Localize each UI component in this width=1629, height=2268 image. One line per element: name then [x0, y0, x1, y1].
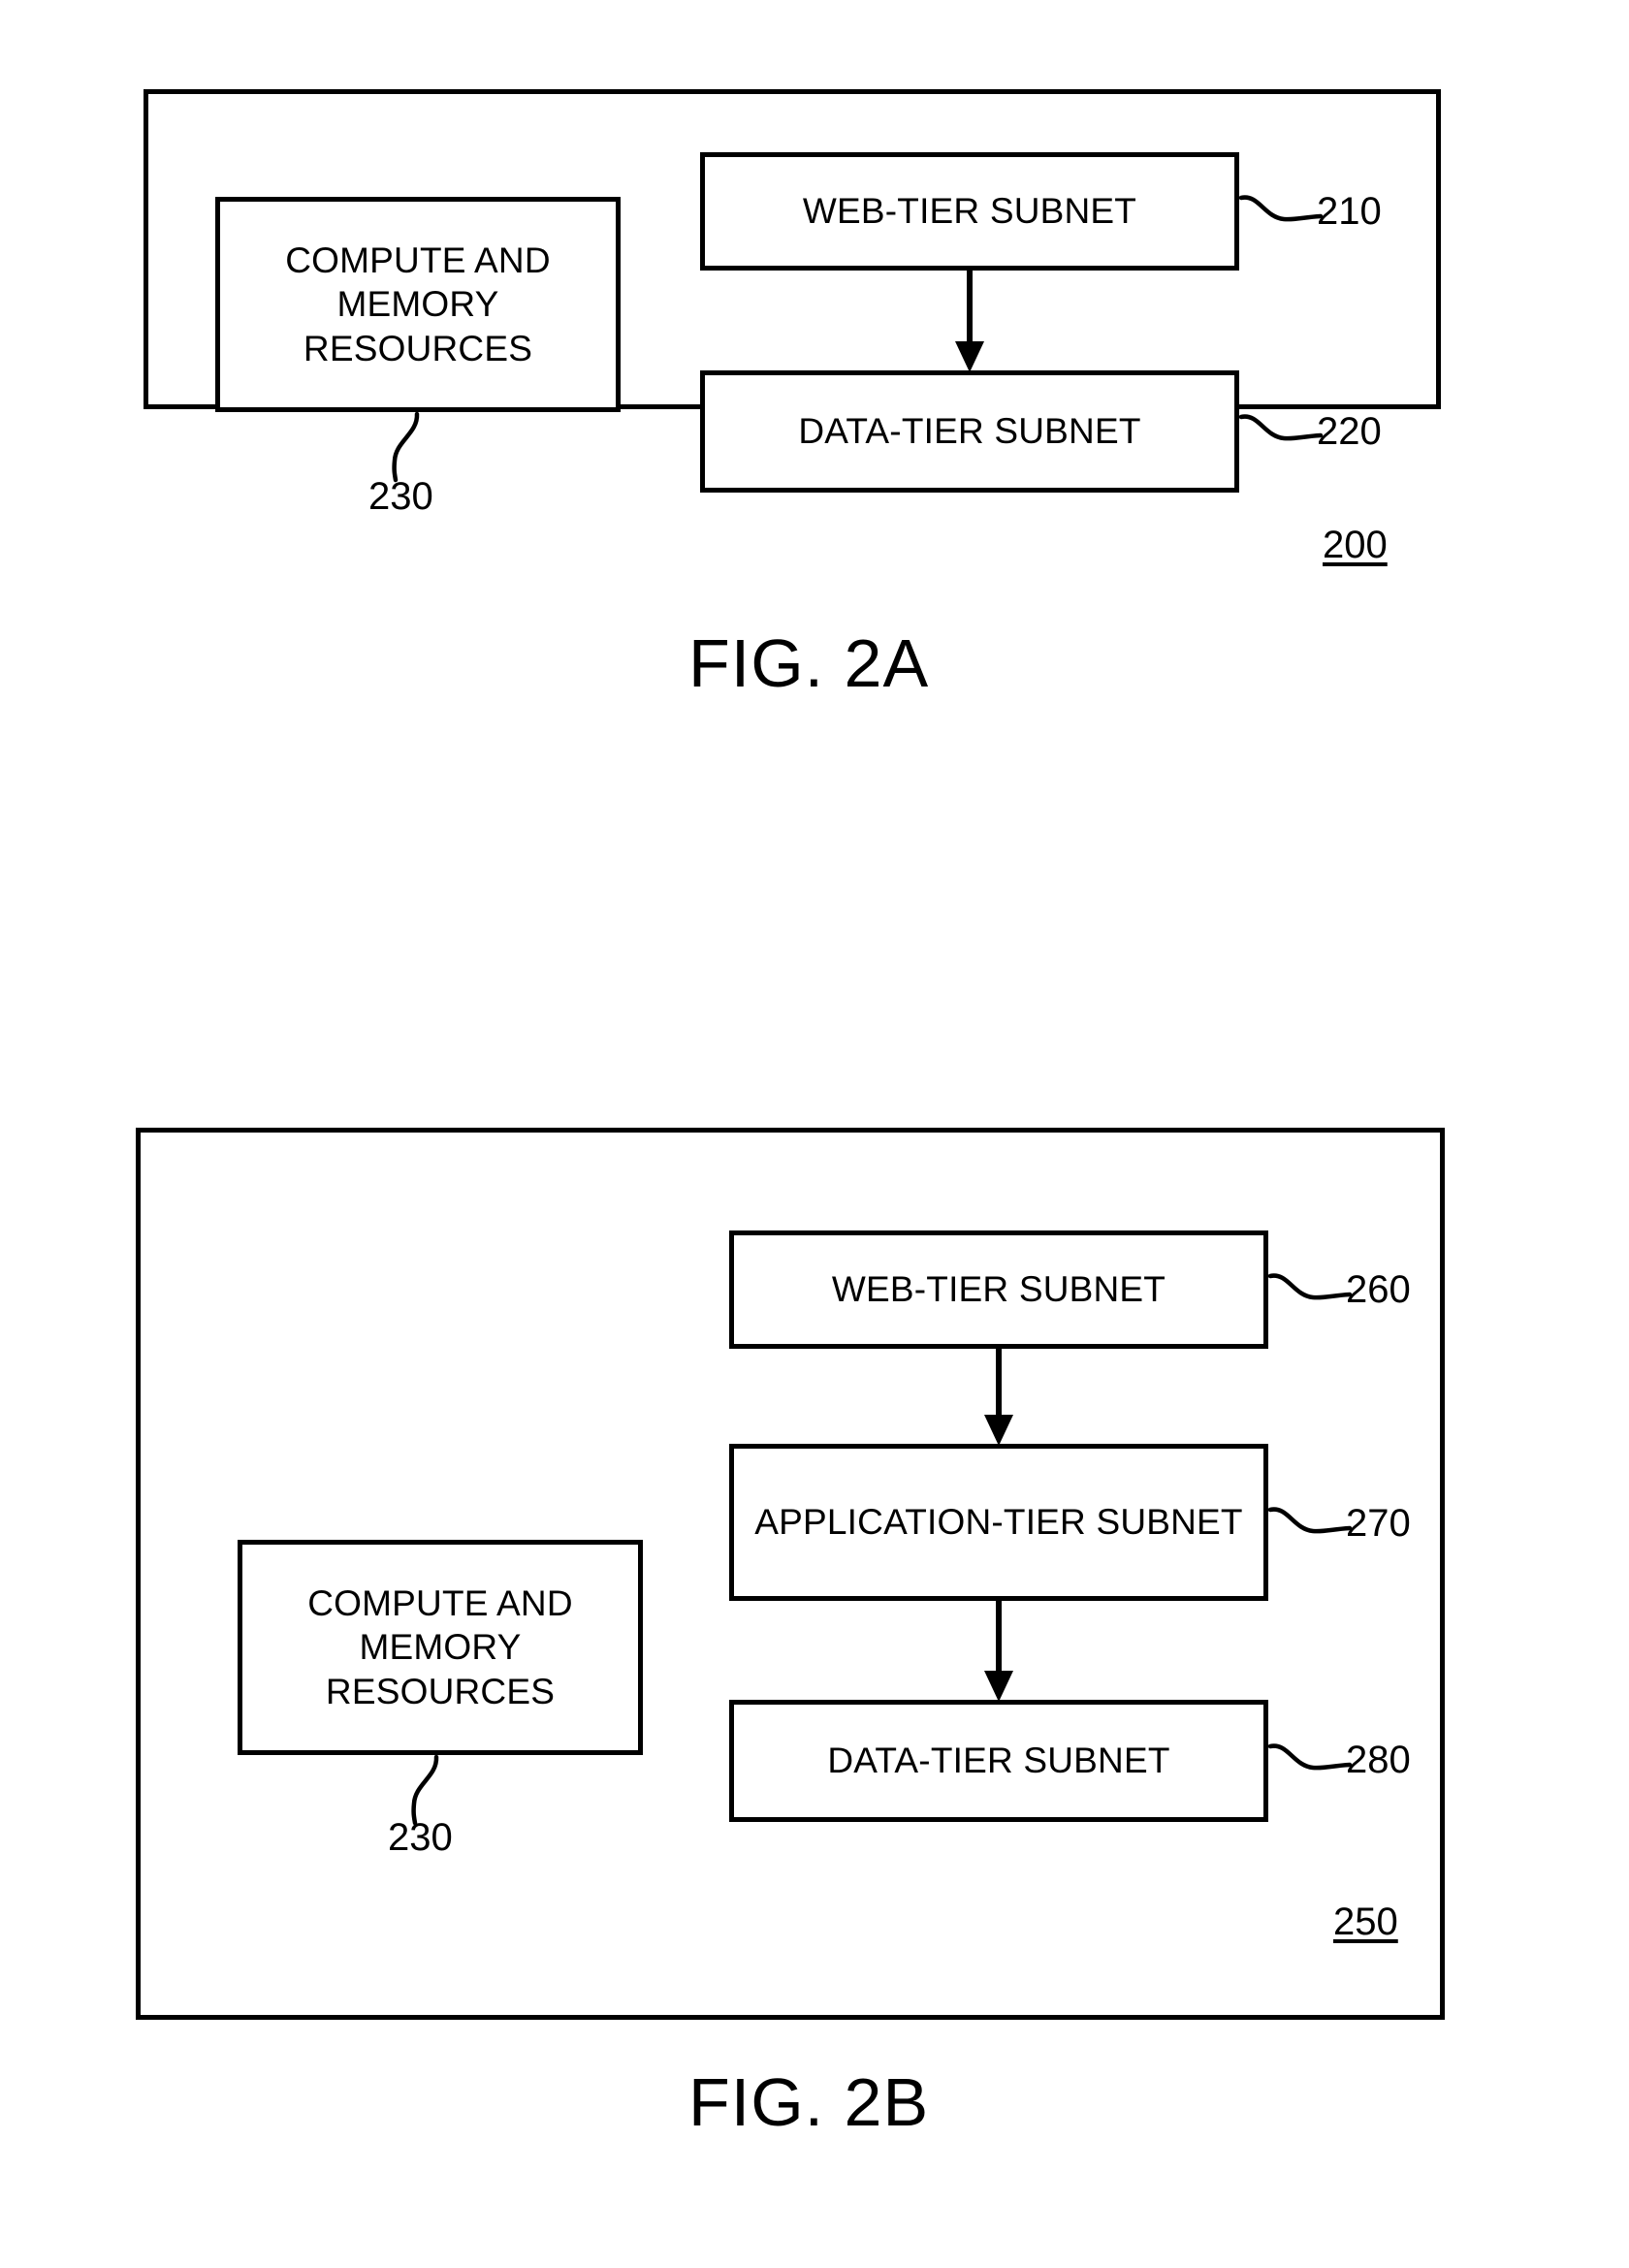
leader-line-230-fig2a-icon: [392, 411, 420, 483]
fig2b-data-tier-subnet-box: DATA-TIER SUBNET: [729, 1700, 1268, 1822]
figure-caption-2b: FIG. 2B: [688, 2064, 930, 2140]
leader-line-270-icon: [1267, 1507, 1353, 1534]
fig2b-application-tier-label: APPLICATION-TIER SUBNET: [754, 1502, 1243, 1543]
reference-numeral-230-fig2b: 230: [388, 1816, 453, 1859]
fig2a-data-tier-subnet-box: DATA-TIER SUBNET: [700, 370, 1239, 493]
reference-numeral-280: 280: [1346, 1739, 1411, 1781]
fig2b-compute-and-memory-resources-box: COMPUTE AND MEMORY RESOURCES: [238, 1540, 643, 1755]
reference-numeral-270: 270: [1346, 1502, 1411, 1545]
figure-caption-2a: FIG. 2A: [688, 625, 930, 701]
fig2a-compute-and-memory-resources-box: COMPUTE AND MEMORY RESOURCES: [215, 197, 621, 412]
arrow-head: [984, 1415, 1013, 1446]
reference-numeral-210: 210: [1317, 190, 1382, 233]
leader-line-220-icon: [1238, 414, 1324, 441]
reference-numeral-250: 250: [1333, 1901, 1398, 1943]
fig2b-application-tier-subnet-box: APPLICATION-TIER SUBNET: [729, 1444, 1268, 1601]
leader-line-230-fig2b-icon: [411, 1754, 439, 1826]
fig2a-compute-label: COMPUTE AND MEMORY RESOURCES: [285, 240, 551, 368]
fig2b-arrow-app-to-data-icon: [984, 1601, 1013, 1702]
patent-drawing-sheet: COMPUTE AND MEMORY RESOURCES WEB-TIER SU…: [0, 0, 1629, 2268]
fig2a-data-tier-label: DATA-TIER SUBNET: [798, 411, 1141, 452]
fig2b-compute-label: COMPUTE AND MEMORY RESOURCES: [307, 1583, 573, 1711]
arrow-shaft: [996, 1349, 1002, 1417]
arrow-shaft: [967, 271, 973, 343]
fig2b-web-tier-subnet-box: WEB-TIER SUBNET: [729, 1230, 1268, 1349]
fig2b-web-tier-label: WEB-TIER SUBNET: [831, 1269, 1166, 1310]
reference-numeral-200: 200: [1323, 524, 1388, 566]
arrow-head: [984, 1671, 1013, 1702]
leader-line-280-icon: [1267, 1743, 1353, 1771]
fig2b-arrow-web-to-app-icon: [984, 1349, 1013, 1446]
fig2a-web-tier-label: WEB-TIER SUBNET: [802, 191, 1137, 232]
arrow-shaft: [996, 1601, 1002, 1673]
leader-line-210-icon: [1238, 195, 1324, 222]
reference-numeral-260: 260: [1346, 1268, 1411, 1311]
leader-line-260-icon: [1267, 1273, 1353, 1300]
fig2a-web-tier-subnet-box: WEB-TIER SUBNET: [700, 152, 1239, 271]
arrow-head: [955, 341, 984, 372]
fig2b-data-tier-label: DATA-TIER SUBNET: [827, 1741, 1170, 1781]
reference-numeral-230-fig2a: 230: [368, 475, 433, 518]
fig2a-arrow-web-to-data-icon: [955, 271, 984, 372]
reference-numeral-220: 220: [1317, 410, 1382, 453]
